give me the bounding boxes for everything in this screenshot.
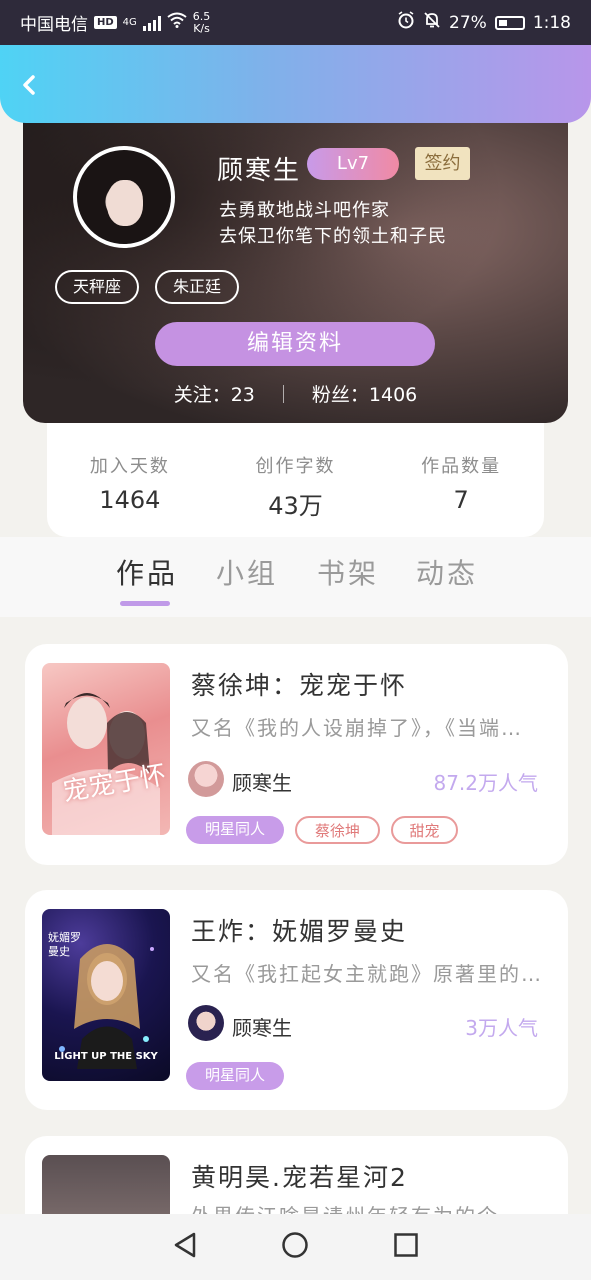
status-bar: 中国电信 HD 4G 6.5 K/s 27% 1:18 bbox=[0, 0, 591, 45]
tabs-bar bbox=[0, 537, 591, 617]
stat-works-count: 作品数量 7 bbox=[421, 456, 502, 514]
tab-works[interactable]: 作品 bbox=[116, 552, 178, 592]
fans-count[interactable]: 粉丝：1406 bbox=[312, 380, 417, 407]
tag-chip[interactable]: 明星同人 bbox=[186, 1062, 284, 1090]
author-avatar[interactable] bbox=[188, 1005, 224, 1041]
profile-tag-zodiac: 天秤座 bbox=[55, 270, 140, 304]
net-speed: 6.5 K/s bbox=[192, 9, 211, 35]
cover-title: LIGHT UP THE SKY bbox=[54, 1051, 158, 1062]
tag-chip[interactable]: 明星同人 bbox=[186, 816, 284, 844]
author-name[interactable]: 顾寒生 bbox=[232, 767, 292, 796]
home-circle-icon[interactable] bbox=[281, 1231, 309, 1263]
tab-bookshelf[interactable]: 书架 bbox=[317, 552, 379, 592]
mute-icon bbox=[423, 11, 441, 34]
profile-bio: 去勇敢地战斗吧作家 去保卫你笔下的领土和子民 bbox=[219, 200, 447, 247]
popularity: 3万人气 bbox=[465, 1016, 538, 1040]
battery-icon bbox=[494, 15, 525, 30]
wifi-icon bbox=[167, 12, 187, 33]
recents-square-icon[interactable] bbox=[393, 1232, 419, 1262]
signal-icon bbox=[142, 15, 161, 31]
battery-percent: 27% bbox=[449, 12, 487, 33]
clock: 1:18 bbox=[532, 12, 571, 33]
back-arrow-icon[interactable] bbox=[18, 73, 42, 97]
work-alias: 又名《我的人设崩掉了》，《当端… bbox=[191, 716, 523, 740]
hd-badge: HD bbox=[94, 16, 117, 29]
work-card[interactable]: 宠宠于怀 蔡徐坤：宠宠于怀 又名《我的人设崩掉了》，《当端… 顾寒生 87.2万… bbox=[25, 644, 568, 865]
edit-profile-button[interactable]: 编辑资料 bbox=[155, 322, 435, 366]
author-avatar[interactable] bbox=[188, 761, 224, 797]
header-bar bbox=[0, 45, 591, 123]
tab-groups[interactable]: 小组 bbox=[216, 552, 278, 592]
work-card[interactable]: 妩媚罗曼史 LIGHT UP THE SKY 王炸：妩媚罗曼史 又名《我扛起女主… bbox=[25, 890, 568, 1110]
work-alias: 又名《我扛起女主就跑》原著里的… bbox=[191, 962, 543, 986]
profile-name: 顾寒生 bbox=[217, 156, 302, 186]
work-title[interactable]: 蔡徐坤：宠宠于怀 bbox=[191, 666, 407, 702]
signed-badge: 签约 bbox=[415, 147, 470, 180]
stat-word-count: 创作字数 43万 bbox=[255, 456, 336, 520]
following-count[interactable]: 关注：23 bbox=[174, 380, 255, 407]
book-cover[interactable]: 宠宠于怀 bbox=[42, 663, 170, 835]
follow-divider bbox=[282, 384, 284, 403]
profile-card: 顾寒生 Lv7 签约 去勇敢地战斗吧作家 去保卫你笔下的领土和子民 天秤座 朱正… bbox=[23, 100, 568, 423]
system-nav-bar bbox=[0, 1214, 591, 1280]
author-name[interactable]: 顾寒生 bbox=[232, 1012, 292, 1041]
work-title[interactable]: 王炸：妩媚罗曼史 bbox=[191, 912, 407, 948]
back-triangle-icon[interactable] bbox=[172, 1231, 198, 1263]
stats-panel: 加入天数 1464 创作字数 43万 作品数量 7 bbox=[47, 420, 544, 537]
network-label: 4G bbox=[122, 17, 137, 28]
level-badge: Lv7 bbox=[307, 148, 399, 180]
avatar[interactable] bbox=[73, 146, 175, 248]
profile-tag-idol: 朱正廷 bbox=[155, 270, 240, 304]
book-cover[interactable]: 妩媚罗曼史 LIGHT UP THE SKY bbox=[42, 909, 170, 1081]
popularity: 87.2万人气 bbox=[433, 771, 538, 795]
tab-moments[interactable]: 动态 bbox=[416, 552, 478, 592]
tag-chip[interactable]: 甜宠 bbox=[391, 816, 458, 844]
tag-chip[interactable]: 蔡徐坤 bbox=[295, 816, 380, 844]
stat-join-days: 加入天数 1464 bbox=[89, 456, 170, 514]
cover-side-title: 妩媚罗曼史 bbox=[48, 931, 81, 958]
carrier-label: 中国电信 bbox=[20, 15, 88, 35]
tab-active-indicator bbox=[120, 601, 170, 606]
work-title[interactable]: 黄明昊.宠若星河2 bbox=[191, 1158, 408, 1194]
alarm-icon bbox=[397, 11, 415, 34]
follow-stats: 关注：23 粉丝：1406 bbox=[23, 380, 568, 407]
